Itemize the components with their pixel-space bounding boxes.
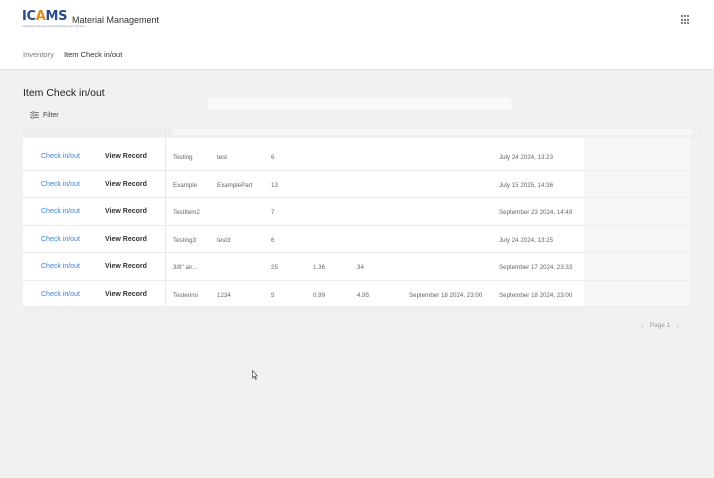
cell-item-name: Testing3 (173, 236, 197, 244)
table-row: Check in/out View Record Testing3 test3 … (23, 226, 690, 253)
check-in-out-link[interactable]: Check in/out (41, 263, 80, 270)
chevron-right-icon[interactable]: › (676, 321, 679, 330)
cell-quantity: 6 (271, 154, 275, 161)
cell-unit-price: 1.36 (313, 264, 326, 271)
sliders-icon (30, 111, 39, 119)
check-in-out-link[interactable]: Check in/out (41, 153, 80, 160)
chevron-left-icon[interactable]: ‹ (641, 321, 644, 330)
check-in-out-link[interactable]: Check in/out (41, 291, 80, 298)
view-record-button[interactable]: View Record (105, 236, 147, 243)
cell-total: 4.95 (357, 291, 370, 299)
cell-date-b: September 17 2024, 23:33 (499, 264, 573, 271)
cell-quantity: 5 (271, 291, 275, 299)
pagination: ‹ Page 1 › (641, 321, 679, 330)
filter-button[interactable]: Filter (30, 111, 59, 119)
cell-unit-price: 0.99 (313, 291, 326, 299)
app-title: Material Management (72, 15, 160, 25)
cell-part: test3 (217, 236, 231, 244)
cell-quantity: 25 (271, 264, 278, 271)
table-header (23, 126, 701, 138)
cell-item-name: Example (173, 181, 198, 189)
cell-date-b: July 24 2024, 13:25 (499, 236, 554, 244)
table-row: Check in/out View Record TestItem2 7 Sep… (23, 198, 690, 226)
table-row: Check in/out View Record Example Example… (23, 171, 690, 198)
cell-total: 34 (357, 264, 364, 271)
view-record-button[interactable]: View Record (105, 263, 147, 270)
view-record-button[interactable]: View Record (105, 291, 147, 298)
cell-part: test (217, 154, 227, 161)
cell-date-b: July 15 2025, 14:36 (499, 181, 554, 189)
check-in-out-link[interactable]: Check in/out (41, 236, 80, 243)
cell-date-b: September 23 2024, 14:49 (499, 209, 573, 216)
app-header: ICAMS Integrated Campus Asset Management… (0, 0, 714, 70)
cell-date-b: July 24 2024, 13:23 (499, 154, 554, 161)
page-title: Item Check in/out (23, 87, 105, 99)
cell-item-name: TestItem2 (173, 209, 200, 216)
cell-date-b: September 18 2024, 23:00 (499, 291, 573, 299)
cell-part: 1234 (217, 291, 231, 299)
logo-wordmark: ICAMS (22, 9, 68, 24)
mouse-cursor-icon (252, 370, 258, 380)
cell-part: ExamplePart (217, 181, 253, 189)
table-row: Check in/out View Record Testerino 1234 … (23, 281, 690, 308)
check-in-out-link[interactable]: Check in/out (41, 181, 80, 188)
page-label: Page 1 (649, 322, 671, 329)
breadcrumb-inventory[interactable]: Inventory (23, 50, 54, 59)
cell-date-a: September 18 2024, 23:00 (409, 291, 483, 299)
check-in-out-link[interactable]: Check in/out (41, 208, 80, 215)
table-row: Check in/out View Record 3/8" air... 25 … (23, 253, 690, 281)
cell-quantity: 7 (271, 209, 275, 216)
view-record-button[interactable]: View Record (105, 181, 147, 188)
breadcrumb-item-check[interactable]: Item Check in/out (64, 50, 122, 59)
filter-label: Filter (43, 111, 59, 119)
breadcrumb: Inventory Item Check in/out (23, 50, 122, 59)
search-input[interactable] (207, 97, 512, 110)
cell-item-name: Testerino (173, 291, 199, 299)
table-row: Check in/out View Record Testing test 6 … (23, 143, 690, 171)
grid-icon[interactable] (681, 15, 691, 25)
cell-item-name: Testing (173, 154, 193, 161)
view-record-button[interactable]: View Record (105, 208, 147, 215)
logo-subtitle: Integrated Campus Asset Management Syste… (22, 24, 85, 28)
icams-logo[interactable]: ICAMS Integrated Campus Asset Management… (22, 9, 85, 31)
cell-quantity: 13 (271, 181, 278, 189)
cell-item-name: 3/8" air... (173, 264, 198, 271)
view-record-button[interactable]: View Record (105, 153, 147, 160)
item-table: Check in/out View Record Testing test 6 … (23, 126, 701, 308)
cell-quantity: 6 (271, 236, 275, 244)
